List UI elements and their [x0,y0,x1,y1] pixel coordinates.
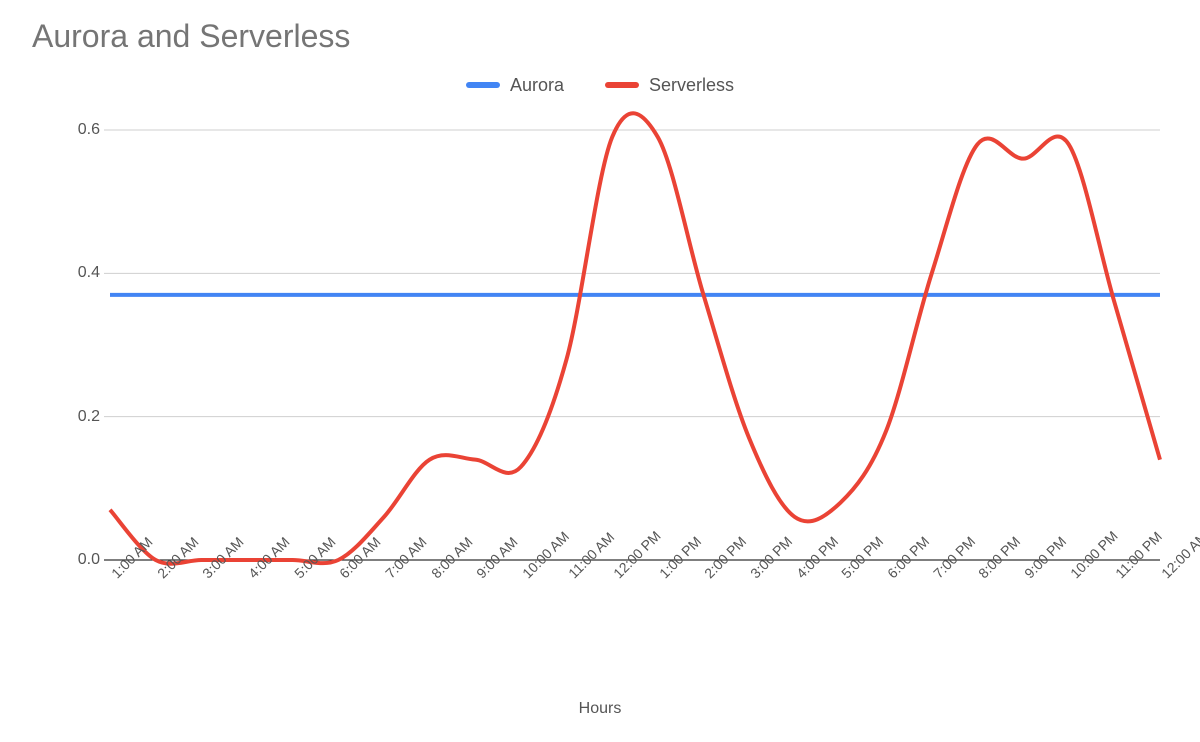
legend-label-serverless: Serverless [649,75,734,96]
x-tick-labels: 1:00 AM2:00 AM3:00 AM4:00 AM5:00 AM6:00 … [110,570,1160,690]
legend-swatch-serverless [605,82,639,88]
y-tick-label: 0.6 [78,121,100,139]
plot-area: 0.00.20.40.6 [110,130,1160,560]
x-axis-title: Hours [0,700,1200,718]
legend-swatch-aurora [466,82,500,88]
legend-item-aurora: Aurora [466,75,564,96]
gridlines [104,130,1160,417]
x-tick-label: 12:00 AM [1158,528,1200,581]
y-tick-label: 0.2 [78,408,100,426]
legend-item-serverless: Serverless [605,75,734,96]
plot-svg [110,130,1160,560]
legend-label-aurora: Aurora [510,75,564,96]
series-group [110,113,1160,563]
legend: Aurora Serverless [0,72,1200,96]
y-tick-label: 0.4 [78,264,100,282]
y-tick-label: 0.0 [78,551,100,569]
chart-root: Aurora and Serverless Aurora Serverless … [0,0,1200,742]
series-serverless [110,113,1160,563]
chart-title: Aurora and Serverless [32,18,350,55]
